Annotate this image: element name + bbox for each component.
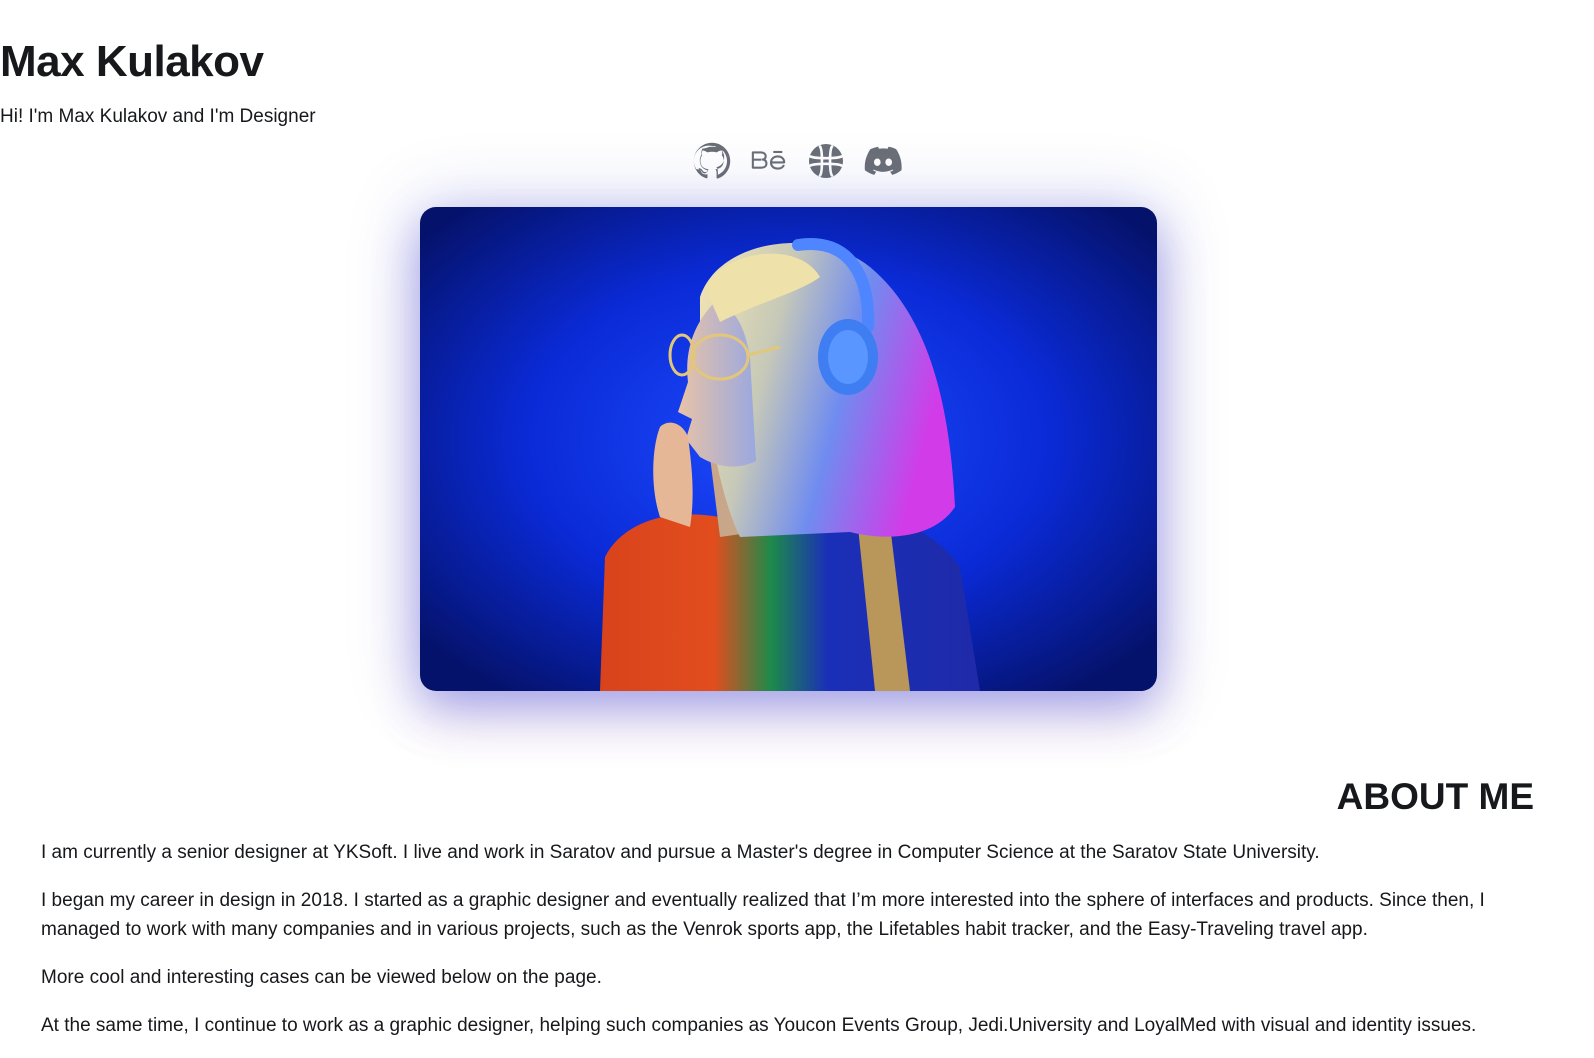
social-links bbox=[0, 142, 1594, 180]
about-paragraph: At the same time, I continue to work as … bbox=[41, 1015, 1477, 1036]
github-link[interactable] bbox=[693, 142, 731, 180]
about-paragraph: I am currently a senior designer at YKSo… bbox=[41, 842, 1320, 863]
about-title: ABOUT ME bbox=[1336, 776, 1534, 817]
dribbble-icon bbox=[808, 144, 843, 178]
about-paragraph: More cool and interesting cases can be v… bbox=[41, 967, 602, 988]
discord-link[interactable] bbox=[864, 142, 902, 180]
dribbble-link[interactable] bbox=[807, 142, 845, 180]
about-section: I am currently a senior designer at YKSo… bbox=[41, 838, 1561, 1058]
behance-link[interactable] bbox=[750, 142, 788, 180]
about-paragraph: I began my career in design in 2018. I s… bbox=[41, 890, 1485, 940]
discord-icon bbox=[864, 146, 902, 175]
behance-icon bbox=[751, 150, 785, 170]
hero-photo-illustration bbox=[420, 207, 1157, 691]
github-icon bbox=[693, 142, 730, 179]
page-title: Max Kulakov bbox=[0, 37, 264, 86]
hero-photo bbox=[420, 207, 1157, 691]
tagline: Hi! I'm Max Kulakov and I'm Designer bbox=[0, 106, 316, 127]
portfolio-page: Max Kulakov Hi! I'm Max Kulakov and I'm … bbox=[0, 0, 1594, 1058]
